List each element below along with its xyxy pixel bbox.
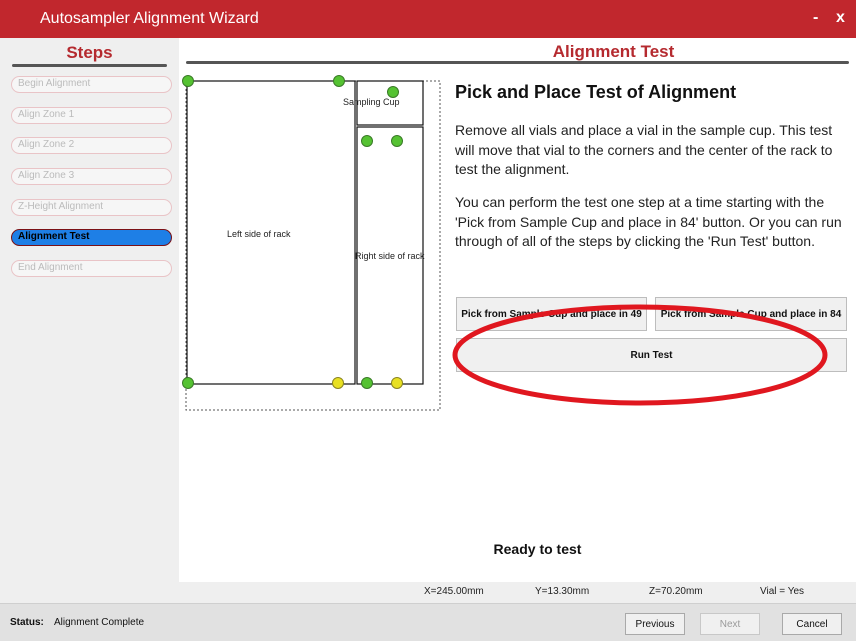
z-coordinate: Z=70.20mm <box>649 586 703 597</box>
title-divider <box>186 61 849 64</box>
run-test-button[interactable]: Run Test <box>456 338 847 372</box>
instructions-paragraph-1: Remove all vials and place a vial in the… <box>455 122 833 177</box>
status-bar: Status: Alignment Complete Previous Next… <box>0 603 856 641</box>
marker-right-bottom-right <box>391 377 403 389</box>
vial-indicator: Vial = Yes <box>760 586 805 597</box>
page-title-text: Alignment Test <box>552 42 675 61</box>
step-align-zone-2[interactable]: Align Zone 2 <box>11 137 172 154</box>
close-button[interactable]: x <box>836 9 845 27</box>
marker-sampling-cup <box>387 86 399 98</box>
step-z-height-alignment[interactable]: Z-Height Alignment <box>11 199 172 216</box>
x-coordinate: X=245.00mm <box>424 586 484 597</box>
marker-right-top-right <box>391 135 403 147</box>
status-label: Status: <box>10 617 44 628</box>
cancel-button[interactable]: Cancel <box>782 613 842 635</box>
instructions-paragraph-2: You can perform the test one step at a t… <box>455 194 842 249</box>
steps-heading: Steps <box>66 43 113 62</box>
steps-sidebar: Steps Begin Alignment Align Zone 1 Align… <box>0 38 179 603</box>
marker-right-bottom-left <box>361 377 373 389</box>
previous-button[interactable]: Previous <box>625 613 685 635</box>
y-coordinate: Y=13.30mm <box>535 586 590 597</box>
rack-diagram <box>182 75 441 411</box>
status-value: Alignment Complete <box>54 617 145 628</box>
step-alignment-test[interactable]: Alignment Test <box>11 229 172 246</box>
minimize-button[interactable]: - <box>813 9 818 27</box>
left-rack-label: Left side of rack <box>227 229 291 239</box>
step-align-zone-3[interactable]: Align Zone 3 <box>11 168 172 185</box>
marker-left-top-left <box>182 75 194 87</box>
pick-place-49-button[interactable]: Pick from Sample Cup and place in 49 <box>456 297 647 331</box>
next-button[interactable]: Next <box>700 613 760 635</box>
marker-left-top-right <box>333 75 345 87</box>
pick-place-84-button[interactable]: Pick from Sample Cup and place in 84 <box>655 297 847 331</box>
step-align-zone-1[interactable]: Align Zone 1 <box>11 107 172 124</box>
content-title: Pick and Place Test of Alignment <box>455 82 737 102</box>
sampling-cup-label: Sampling Cup <box>343 97 400 107</box>
marker-left-bottom-left <box>182 377 194 389</box>
step-end-alignment[interactable]: End Alignment <box>11 260 172 277</box>
ready-status-text: Ready to test <box>493 541 582 557</box>
coordinates-bar: X=245.00mm Y=13.30mm Z=70.20mm Vial = Ye… <box>179 582 856 603</box>
marker-left-bottom-right <box>332 377 344 389</box>
right-rack-label: Right side of rack <box>355 251 425 261</box>
page-title: Alignment Test <box>185 42 850 62</box>
step-begin-alignment[interactable]: Begin Alignment <box>11 76 172 93</box>
title-bar: Autosampler Alignment Wizard - x <box>0 0 856 38</box>
marker-right-top-left <box>361 135 373 147</box>
window-title: Autosampler Alignment Wizard <box>40 10 259 27</box>
steps-divider <box>12 64 167 67</box>
